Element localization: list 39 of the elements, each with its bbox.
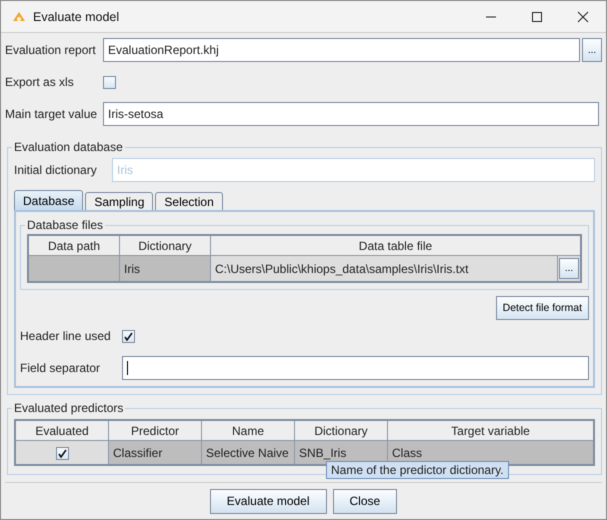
- checkbox[interactable]: [103, 76, 116, 88]
- table-cell: C:\Users\Public\khiops_data\samples\Iris\Iris.txt: [210, 256, 558, 282]
- maximize-icon[interactable]: [531, 10, 543, 22]
- detect-format-button[interactable]: Detect file format: [496, 296, 589, 320]
- group-title: Evaluation database: [13, 140, 124, 154]
- field-label: Evaluation report: [5, 43, 97, 57]
- input-field[interactable]: EvaluationReport.khj: [103, 38, 580, 62]
- column-header[interactable]: Target variable: [388, 420, 594, 440]
- tab[interactable]: Selection: [155, 192, 223, 210]
- tab[interactable]: Database: [14, 190, 84, 210]
- checkbox[interactable]: [122, 330, 135, 342]
- close-icon[interactable]: [577, 10, 589, 22]
- group-title: Evaluated predictors: [13, 401, 124, 415]
- column-header[interactable]: Data table file: [210, 235, 581, 256]
- column-header[interactable]: Name: [202, 420, 294, 440]
- field-label: Header line used: [20, 329, 112, 343]
- field-label: Export as xls: [5, 75, 75, 89]
- dialog-button[interactable]: Close: [332, 488, 398, 514]
- column-header[interactable]: Dictionary: [120, 235, 210, 256]
- field-label: Initial dictionary: [14, 163, 98, 177]
- checkbox[interactable]: [56, 446, 68, 460]
- input-field[interactable]: Iris-setosa: [103, 102, 599, 126]
- column-header[interactable]: Dictionary: [294, 420, 388, 440]
- table-cell: Selective Naive: [202, 440, 294, 465]
- table-cell: Iris: [120, 256, 210, 282]
- browse-button[interactable]: ...: [582, 38, 602, 62]
- group-title: Database files: [26, 218, 104, 232]
- window-title: Evaluate model: [33, 10, 120, 24]
- dialog-button[interactable]: Evaluate model: [210, 488, 327, 514]
- tab[interactable]: Sampling: [85, 192, 154, 210]
- field-label: Main target value: [5, 107, 98, 121]
- field-label: Field separator: [20, 361, 102, 375]
- column-header[interactable]: Predictor: [108, 420, 202, 440]
- column-header[interactable]: Evaluated: [15, 420, 108, 440]
- tooltip: Name of the predictor dictionary.: [326, 461, 509, 479]
- column-header[interactable]: Data path: [28, 235, 120, 256]
- browse-button[interactable]: ...: [559, 258, 579, 279]
- input-field[interactable]: [122, 356, 589, 380]
- table-cell: Classifier: [108, 440, 202, 465]
